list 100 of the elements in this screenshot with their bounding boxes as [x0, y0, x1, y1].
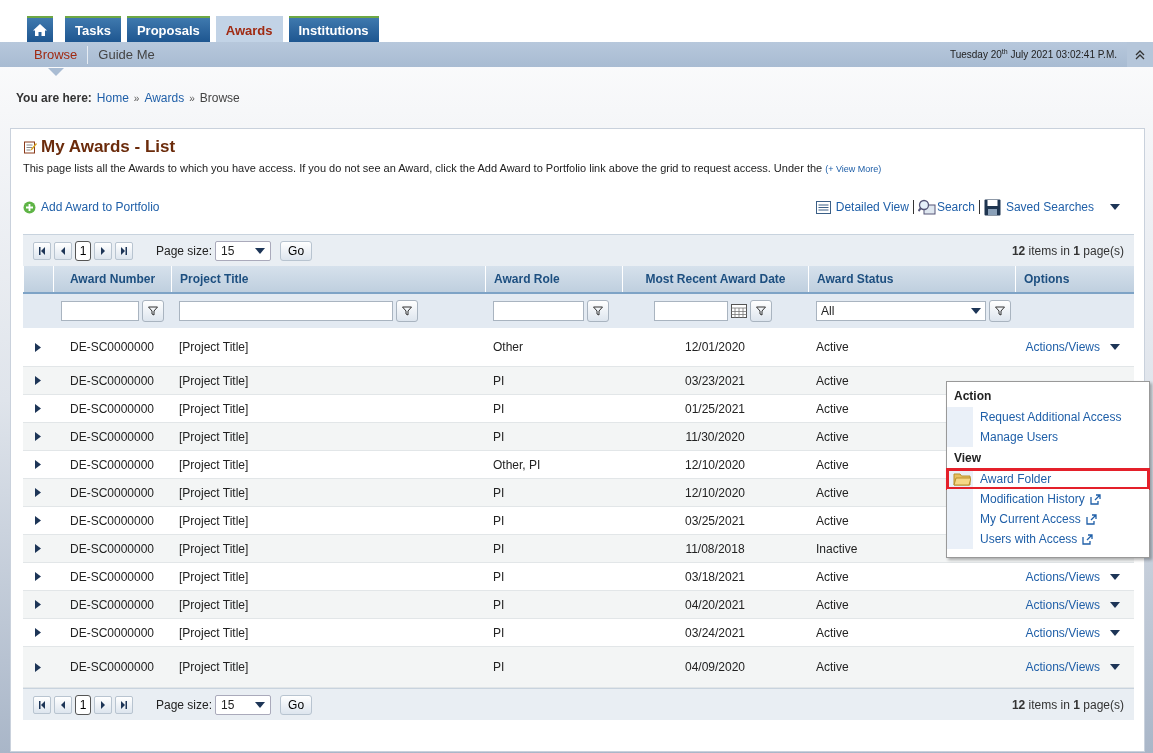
page-size-dropdown[interactable]: 15	[215, 694, 272, 715]
filter-button[interactable]	[989, 300, 1011, 322]
award-date-cell: 04/20/2021	[684, 597, 746, 612]
actions-views-link[interactable]: Actions/Views	[1025, 569, 1100, 584]
view-more-link[interactable]: (+ View More)	[825, 164, 882, 174]
search-link[interactable]: Search	[917, 199, 975, 215]
award-number-cell: DE-SC0000000	[69, 541, 155, 556]
pager-first-button[interactable]	[33, 241, 51, 260]
page-size-dropdown[interactable]: 15	[215, 240, 272, 261]
expand-icon[interactable]	[35, 488, 41, 497]
items-summary: 12 items in 1 page(s)	[1011, 697, 1124, 712]
nav-tab[interactable]: Awards	[215, 16, 283, 42]
pager-last-button[interactable]	[115, 241, 133, 260]
nav-tab[interactable]: Proposals	[126, 16, 210, 42]
detailed-view-link[interactable]: Detailed View	[815, 200, 909, 214]
project-title-cell: [Project Title]	[179, 401, 249, 416]
award-date-cell: 03/23/2021	[684, 373, 746, 388]
award-status-cell: Active	[816, 625, 849, 640]
menu-item[interactable]: Award Folder	[947, 469, 1149, 489]
actions-views-link[interactable]: Actions/Views	[1025, 597, 1100, 612]
award-number-cell: DE-SC0000000	[69, 485, 155, 500]
expand-icon[interactable]	[35, 376, 41, 385]
pager-first-button[interactable]	[33, 695, 51, 714]
expand-icon[interactable]	[35, 600, 41, 609]
pager-prev-button[interactable]	[54, 241, 72, 260]
caret-icon	[1110, 629, 1120, 636]
page-number-button[interactable]: 1	[75, 694, 91, 715]
column-header[interactable]: Award Status	[808, 266, 1015, 292]
breadcrumb-link[interactable]: Awards	[144, 91, 185, 105]
expand-icon[interactable]	[35, 432, 41, 441]
pager-next-button[interactable]	[94, 695, 112, 714]
date-filter-field[interactable]	[654, 301, 728, 321]
award-role-cell: PI	[493, 429, 505, 444]
filter-field[interactable]	[61, 301, 139, 321]
filter-button[interactable]	[396, 300, 418, 322]
award-status-cell: Active	[816, 660, 849, 674]
expand-icon[interactable]	[35, 544, 41, 553]
status-filter-dropdown[interactable]: All	[816, 301, 986, 321]
expand-icon[interactable]	[35, 460, 41, 469]
menu-item[interactable]: Modification History	[947, 489, 1149, 509]
column-header[interactable]: Project Title	[171, 266, 485, 292]
actions-views-link[interactable]: Actions/Views	[1025, 625, 1100, 640]
actions-views-link[interactable]: Actions/Views	[1025, 660, 1100, 674]
menu-item[interactable]: Users with Access	[947, 529, 1149, 549]
actions-views-link[interactable]: Actions/Views	[1025, 340, 1100, 354]
calendar-icon[interactable]	[731, 304, 747, 318]
award-status-cell: Active	[816, 457, 849, 472]
project-title-cell: [Project Title]	[179, 597, 249, 612]
expand-icon[interactable]	[35, 516, 41, 525]
menu-item[interactable]: My Current Access	[947, 509, 1149, 529]
filter-field[interactable]	[493, 301, 584, 321]
award-role-cell: PI	[493, 485, 505, 500]
filter-icon	[756, 306, 766, 316]
column-header[interactable]: Options	[1015, 266, 1134, 292]
nav-tab[interactable]: Institutions	[288, 16, 379, 42]
column-header[interactable]: Most Recent Award Date	[622, 266, 808, 292]
column-header[interactable]: Award Role	[485, 266, 622, 292]
filter-button[interactable]	[750, 300, 772, 322]
go-button[interactable]: Go	[280, 240, 313, 261]
pager-last-button[interactable]	[115, 695, 133, 714]
filter-field[interactable]	[179, 301, 393, 321]
go-button[interactable]: Go	[280, 694, 313, 715]
home-tab[interactable]	[27, 16, 53, 42]
award-date-cell: 11/08/2018	[685, 541, 745, 556]
items-summary: 12 items in 1 page(s)	[1011, 243, 1124, 258]
saved-searches-link[interactable]: Saved Searches	[983, 198, 1094, 216]
filter-button[interactable]	[142, 300, 164, 322]
award-date-cell: 11/30/2020	[685, 429, 745, 444]
filter-button[interactable]	[587, 300, 609, 322]
caret-icon	[1110, 664, 1120, 670]
expand-icon[interactable]	[35, 662, 41, 672]
column-header[interactable]: Award Number	[53, 266, 171, 292]
pager-prev-button[interactable]	[54, 695, 72, 714]
award-status-cell: Active	[816, 569, 849, 584]
award-status-cell: Active	[816, 485, 849, 500]
subnav-tab[interactable]: Browse	[24, 45, 88, 64]
breadcrumb-separator: »	[189, 92, 195, 104]
award-role-cell: PI	[493, 569, 505, 584]
award-role-cell: PI	[493, 513, 505, 528]
external-link-icon	[1085, 513, 1097, 525]
page-number-button[interactable]: 1	[75, 240, 91, 261]
filter-icon	[995, 306, 1005, 316]
page-title: My Awards - List	[41, 137, 176, 157]
expand-icon[interactable]	[35, 342, 41, 352]
breadcrumb-link[interactable]: Home	[96, 91, 129, 105]
award-date-cell: 12/01/2020	[684, 340, 746, 354]
pager-next-button[interactable]	[94, 241, 112, 260]
filter-icon	[402, 306, 412, 316]
project-title-cell: [Project Title]	[179, 340, 249, 354]
menu-item[interactable]: Request Additional Access	[947, 407, 1149, 427]
expand-icon[interactable]	[35, 404, 41, 413]
add-award-link[interactable]: Add Award to Portfolio	[23, 200, 160, 214]
nav-tab[interactable]: Tasks	[65, 16, 121, 42]
caret-icon	[255, 247, 266, 254]
award-role-cell: PI	[493, 541, 505, 556]
project-title-cell: [Project Title]	[179, 541, 249, 556]
subnav-tab[interactable]: Guide Me	[88, 45, 165, 64]
menu-item[interactable]: Manage Users	[947, 427, 1149, 447]
expand-icon[interactable]	[35, 572, 41, 581]
expand-icon[interactable]	[35, 628, 41, 637]
